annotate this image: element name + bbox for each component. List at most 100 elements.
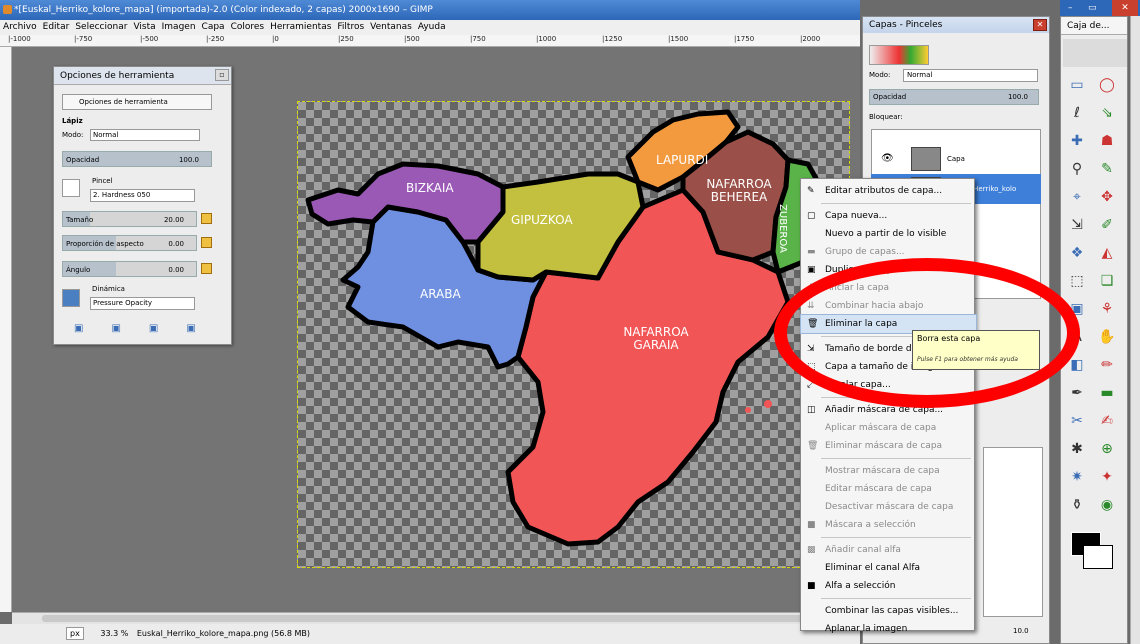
brush-spacing-value[interactable]: 10.0 (1013, 627, 1029, 635)
gimp-app-icon (3, 5, 12, 14)
tool-icon-29[interactable]: ✦ (1097, 467, 1117, 487)
horizontal-ruler[interactable]: |-1000 |-750 |-500 |-250 |0 |250 |500 |750 |1000… (0, 35, 860, 47)
tool-icon-12[interactable]: ❖ (1067, 243, 1087, 263)
tool-icon-19[interactable]: ✋ (1097, 327, 1117, 347)
menu-item-label: Desactivar máscara de capa (825, 502, 954, 512)
tool-icon-11[interactable]: ✐ (1097, 215, 1117, 235)
tool-icon-22[interactable]: ✒ (1067, 383, 1087, 403)
menu-6[interactable]: Colores (228, 20, 268, 35)
vertical-ruler[interactable] (0, 47, 12, 612)
image-canvas[interactable]: BIZKAIA GIPUZKOA ARABA LAPURDI NAFARROA … (297, 101, 850, 568)
layer-row[interactable]: 👁 Capa (871, 144, 1041, 174)
tool-icon-4[interactable]: ✚ (1067, 131, 1087, 151)
eye-icon[interactable]: 👁 (881, 144, 894, 174)
menu-8[interactable]: Filtros (334, 20, 367, 35)
close-icon[interactable]: ▫ (215, 69, 229, 81)
menu-separator (821, 537, 971, 538)
menu-3[interactable]: Vista (130, 20, 158, 35)
tool-options-title: Opciones de herramienta (54, 67, 231, 85)
close-icon[interactable]: ✕ (1033, 19, 1047, 31)
tool-icon-6[interactable]: ⚲ (1067, 159, 1087, 179)
menu-item-21[interactable]: ■ Máscara a selección (801, 516, 976, 534)
aspect-spin[interactable]: Proporción de aspecto 0.00 (62, 235, 197, 251)
layer-opacity-spin[interactable]: Opacidad 100.0 (869, 89, 1039, 105)
reset-icon[interactable] (201, 263, 212, 274)
tool-icon-24[interactable]: ✂ (1067, 411, 1087, 431)
dock-tabs[interactable] (869, 45, 929, 65)
tool-icon-15[interactable]: ❏ (1097, 271, 1117, 291)
ruler-tick: |500 (404, 35, 420, 43)
close-icon[interactable]: ✕ (1112, 0, 1138, 16)
layer-mode-select[interactable]: Normal (903, 69, 1038, 82)
menu-item-0[interactable]: ✎ Editar atributos de capa... (801, 182, 976, 200)
scrollbar-thumb[interactable] (42, 615, 842, 622)
size-spin[interactable]: Tamaño 20.00 (62, 211, 197, 227)
toolbox-title: Caja de... (1061, 17, 1127, 35)
tool-icon-9[interactable]: ✥ (1097, 187, 1117, 207)
tool-icon-2[interactable]: ℓ (1067, 103, 1087, 123)
menu-item-20[interactable]: Desactivar máscara de capa (801, 498, 976, 516)
maximize-icon[interactable]: ▭ (1088, 0, 1097, 16)
ruler-tick: |-1000 (8, 35, 31, 43)
tool-icon-5[interactable]: ☗ (1097, 131, 1117, 151)
window-titlebar: *[Euskal_Herriko_kolore_mapa] (importada… (0, 0, 860, 20)
tool-options-footer-icons[interactable]: ▣▣▣▣ (74, 323, 224, 335)
dynamics-field[interactable]: Pressure Opacity (90, 297, 195, 310)
tool-icon-27[interactable]: ⊕ (1097, 439, 1117, 459)
layer-mode-label: Modo: (869, 71, 891, 79)
menu-item-25[interactable]: ■ Alfa a selección (801, 577, 976, 595)
menu-4[interactable]: Imagen (159, 20, 199, 35)
menu-item-2[interactable]: ▢ Capa nueva... (801, 207, 976, 225)
vertical-scrollbar[interactable] (1130, 16, 1140, 644)
menu-item-24[interactable]: Eliminar el canal Alfa (801, 559, 976, 577)
menu-0[interactable]: Archivo (0, 20, 40, 35)
tool-icon-17[interactable]: ⚘ (1097, 299, 1117, 319)
tool-icon-0[interactable]: ▭ (1067, 75, 1087, 95)
tool-icon-28[interactable]: ✷ (1067, 467, 1087, 487)
brush-field[interactable]: 2. Hardness 050 (90, 189, 195, 202)
tool-icon-14[interactable]: ⬚ (1067, 271, 1087, 291)
horizontal-scrollbar[interactable] (12, 612, 860, 624)
unit-select[interactable]: px (66, 627, 84, 640)
size-label: Tamaño (66, 216, 94, 224)
tool-options-tab[interactable]: Opciones de herramienta (62, 94, 212, 110)
minimize-icon[interactable]: – (1068, 0, 1073, 16)
tool-icon-26[interactable]: ✱ (1067, 439, 1087, 459)
tool-icon-30[interactable]: ⚱ (1067, 495, 1087, 515)
menu-item-19[interactable]: Editar máscara de capa (801, 480, 976, 498)
opacity-spin[interactable]: Opacidad 100.0 (62, 151, 212, 167)
tool-icon-7[interactable]: ✎ (1097, 159, 1117, 179)
tool-icon-1[interactable]: ◯ (1097, 75, 1117, 95)
menu-item-23[interactable]: ▩ Añadir canal alfa (801, 541, 976, 559)
dynamics-icon[interactable] (62, 289, 80, 307)
mode-select[interactable]: Normal (90, 129, 200, 141)
menu-1[interactable]: Editar (40, 20, 73, 35)
tool-icon-31[interactable]: ◉ (1097, 495, 1117, 515)
menu-5[interactable]: Capa (199, 20, 228, 35)
zoom-level[interactable]: 33.3 % (100, 629, 128, 638)
brushes-grid[interactable] (983, 447, 1043, 617)
tool-icon-25[interactable]: ✍ (1097, 411, 1117, 431)
tool-icon-8[interactable]: ⌖ (1067, 187, 1087, 207)
tool-icon-10[interactable]: ⇲ (1067, 215, 1087, 235)
menu-item-3[interactable]: Nuevo a partir de lo visible (801, 225, 976, 243)
menu-item-27[interactable]: Combinar las capas visibles... (801, 602, 976, 620)
menu-9[interactable]: Ventanas (367, 20, 415, 35)
reset-icon[interactable] (201, 213, 212, 224)
menu-item-18[interactable]: Mostrar máscara de capa (801, 462, 976, 480)
tool-icon-23[interactable]: ▬ (1097, 383, 1117, 403)
brush-preview[interactable] (62, 179, 80, 197)
menu-2[interactable]: Seleccionar (72, 20, 130, 35)
menu-item-28[interactable]: Aplanar la imagen (801, 620, 976, 638)
reset-icon[interactable] (201, 237, 212, 248)
menu-10[interactable]: Ayuda (415, 20, 449, 35)
tool-icon-13[interactable]: ◭ (1097, 243, 1117, 263)
angle-spin[interactable]: Ángulo 0.00 (62, 261, 197, 277)
tool-icon-3[interactable]: ⇘ (1097, 103, 1117, 123)
menu-item-15[interactable]: Aplicar máscara de capa (801, 419, 976, 437)
layer-opacity-label: Opacidad (873, 93, 907, 101)
bg-color-swatch[interactable] (1083, 545, 1113, 569)
tool-icon-21[interactable]: ✏ (1097, 355, 1117, 375)
menu-item-16[interactable]: 🗑 Eliminar máscara de capa (801, 437, 976, 455)
menu-7[interactable]: Herramientas (267, 20, 334, 35)
